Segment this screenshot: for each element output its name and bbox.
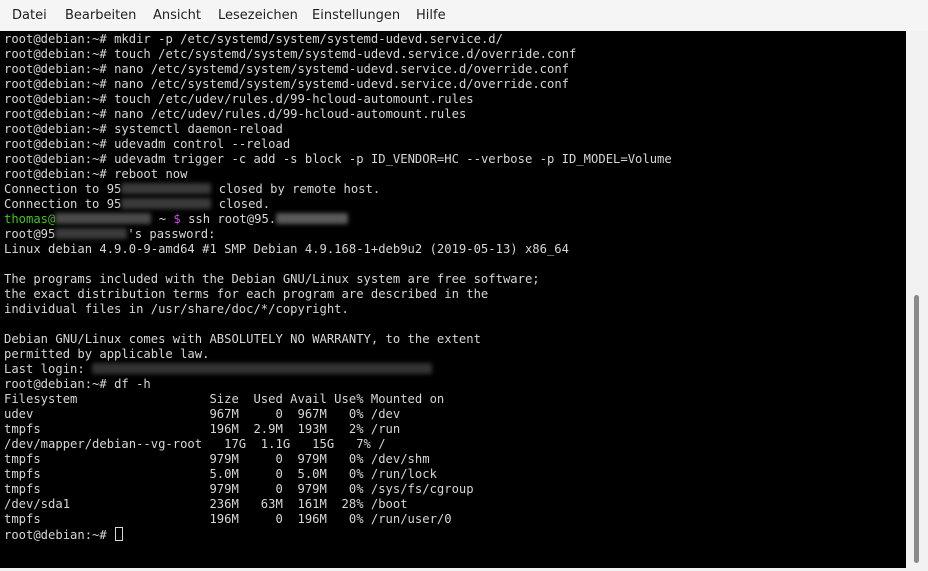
menu-einstellungen[interactable]: Einstellungen [312,8,400,23]
text-cursor [115,527,124,541]
df-row: udev 967M 0 967M 0% /dev [4,407,401,421]
redacted-hostname [55,213,152,224]
menu-datei[interactable]: Datei [12,8,47,23]
command-text: udevadm trigger -c add -s block -p ID_VE… [114,152,672,166]
terminal-line: root@debian:~# mkdir -p /etc/systemd/sys… [4,32,672,47]
motd-line: the exact distribution terms for each pr… [4,287,489,301]
shell-prompt: root@debian:~# [4,107,107,121]
terminal-line: root@debian:~# nano /etc/systemd/system/… [4,77,672,92]
terminal-line: root@debian:~# systemctl daemon-reload [4,122,672,137]
command-text: udevadm control --reload [114,137,291,151]
menu-ansicht[interactable]: Ansicht [153,8,201,23]
motd-line: The programs included with the Debian GN… [4,272,540,286]
password-text: 's password: [127,227,216,241]
redacted-login-info [92,363,433,374]
shell-prompt: root@debian:~# [4,122,107,136]
shell-prompt: root@debian:~# [4,528,107,542]
shell-prompt: root@debian:~# [4,377,107,391]
terminal-line: root@debian:~# nano /etc/udev/rules.d/99… [4,107,672,122]
menu-hilfe[interactable]: Hilfe [416,8,446,23]
menu-bearbeiten[interactable]: Bearbeiten [65,8,136,23]
connection-text: closed. [218,197,271,211]
shell-prompt: root@debian:~# [4,137,107,151]
command-text: nano /etc/systemd/system/systemd-udevd.s… [114,62,570,76]
command-text: nano /etc/udev/rules.d/99-hcloud-automou… [114,107,467,121]
shell-prompt: root@debian:~# [4,77,107,91]
redacted-ip [55,228,128,239]
ssh-command: ssh root@95. [180,212,277,226]
connection-closed-remote: Connection to 95 closed by remote host. [4,182,672,197]
menu-bar: Datei Bearbeiten Ansicht Lesezeichen Ein… [0,0,928,31]
command-text: nano /etc/systemd/system/systemd-udevd.s… [114,77,570,91]
local-path: ~ [151,212,174,226]
last-login-label: Last login: [4,362,85,376]
command-text: touch /etc/udev/rules.d/99-hcloud-automo… [114,92,474,106]
shell-prompt: root@debian:~# [4,32,107,46]
connection-text: closed by remote host. [218,182,381,196]
terminal-line: root@debian:~# touch /etc/systemd/system… [4,47,672,62]
motd-line: permitted by applicable law. [4,347,210,361]
motd-line [4,317,672,332]
df-row: tmpfs 196M 2.9M 193M 2% /run [4,422,401,436]
last-login-line: Last login: [4,362,672,377]
terminal-line: root@debian:~# [4,527,672,542]
connection-text: Connection to 95 [4,182,122,196]
connection-closed: Connection to 95 closed. [4,197,672,212]
redacted-ip [276,213,349,224]
motd-line: Debian GNU/Linux comes with ABSOLUTELY N… [4,332,481,346]
shell-prompt: root@debian:~# [4,62,107,76]
password-text: root@95 [4,227,56,241]
local-prompt-line: thomas@ ~ $ ssh root@95. [4,212,672,227]
scrollbar-thumb[interactable] [914,295,919,563]
df-row: /dev/mapper/debian--vg-root 17G 1.1G 15G… [4,437,386,451]
redacted-ip [121,183,212,194]
shell-prompt: root@debian:~# [4,152,107,166]
df-row: /dev/sda1 236M 63M 161M 28% /boot [4,497,408,511]
command-text: df -h [114,377,151,391]
motd-line [4,257,672,272]
df-row: tmpfs 979M 0 979M 0% /dev/shm [4,452,430,466]
df-header: Filesystem Size Used Avail Use% Mounted … [4,392,445,406]
command-text: systemctl daemon-reload [114,122,283,136]
terminal-line: root@debian:~# touch /etc/udev/rules.d/9… [4,92,672,107]
vertical-scrollbar[interactable] [906,31,928,568]
df-row: tmpfs 5.0M 0 5.0M 0% /run/lock [4,467,437,481]
shell-prompt: root@debian:~# [4,92,107,106]
terminal-line: root@debian:~# udevadm trigger -c add -s… [4,152,672,167]
shell-prompt: root@debian:~# [4,47,107,61]
terminal-line: root@debian:~# df -h [4,377,672,392]
shell-prompt: root@debian:~# [4,167,107,181]
password-prompt: root@95 's password: [4,227,672,242]
command-text: mkdir -p /etc/systemd/system/systemd-ude… [114,32,503,46]
motd-line: Linux debian 4.9.0-9-amd64 #1 SMP Debian… [4,242,569,256]
terminal-line: root@debian:~# udevadm control --reload [4,137,672,152]
command-text: touch /etc/systemd/system/systemd-udevd.… [114,47,577,61]
terminal-line: root@debian:~# nano /etc/systemd/system/… [4,62,672,77]
motd-line: individual files in /usr/share/doc/*/cop… [4,302,349,316]
local-dollar: $ [173,212,181,226]
redacted-ip [121,198,212,209]
terminal-output[interactable]: root@debian:~# mkdir -p /etc/systemd/sys… [0,31,906,568]
local-user: thomas@ [4,212,56,226]
df-row: tmpfs 979M 0 979M 0% /sys/fs/cgroup [4,482,474,496]
menu-lesezeichen[interactable]: Lesezeichen [218,8,298,23]
connection-text: Connection to 95 [4,197,122,211]
command-text: reboot now [114,167,188,181]
df-row: tmpfs 196M 0 196M 0% /run/user/0 [4,512,452,526]
terminal-line: root@debian:~# reboot now [4,167,672,182]
